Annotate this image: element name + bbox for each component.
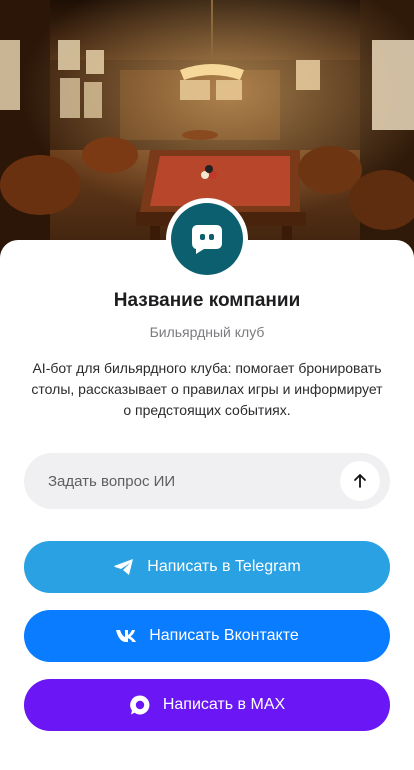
max-icon <box>129 694 151 716</box>
chat-bot-icon <box>192 225 222 254</box>
ask-ai-bar <box>24 453 390 509</box>
telegram-button[interactable]: Написать в Telegram <box>24 541 390 593</box>
ask-ai-input[interactable] <box>24 453 340 509</box>
company-description: AI-бот для бильярдного клуба: помогает б… <box>31 360 383 418</box>
avatar-circle <box>171 203 243 275</box>
company-category: Бильярдный клуб <box>149 324 265 340</box>
telegram-button-label: Написать в Telegram <box>147 558 301 575</box>
company-name: Название компании <box>113 290 301 311</box>
arrow-up-icon <box>354 474 366 488</box>
vkontakte-button-label: Написать Вконтакте <box>149 627 299 644</box>
max-button[interactable]: Написать в MAX <box>24 679 390 731</box>
avatar <box>166 198 248 280</box>
telegram-icon <box>113 558 135 576</box>
vkontakte-button[interactable]: Написать Вконтакте <box>24 610 390 662</box>
max-button-label: Написать в MAX <box>162 696 286 713</box>
vk-icon <box>115 629 137 643</box>
send-button[interactable] <box>340 461 380 501</box>
